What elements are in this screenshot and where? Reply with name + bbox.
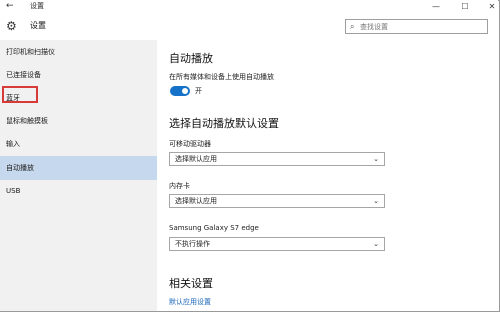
search-icon: ⌕ bbox=[350, 22, 355, 31]
sidebar-item-usb[interactable]: USB bbox=[0, 179, 157, 203]
autoplay-toggle-label: 在所有媒体和设备上使用自动播放 bbox=[169, 73, 274, 81]
removable-drive-dropdown[interactable]: 选择默认应用 ⌄ bbox=[169, 152, 385, 166]
removable-drive-label: 可移动驱动器 bbox=[169, 140, 211, 148]
autoplay-heading: 自动播放 bbox=[169, 52, 213, 65]
sidebar-item-printers[interactable]: 打印机和扫描仪 bbox=[0, 40, 157, 64]
page-title: 设置 bbox=[30, 21, 46, 30]
device-dropdown[interactable]: 不执行操作 ⌄ bbox=[169, 237, 385, 251]
autoplay-toggle[interactable] bbox=[170, 86, 190, 96]
defaults-heading: 选择自动播放默认设置 bbox=[169, 117, 279, 130]
bluetooth-highlight-box bbox=[2, 86, 38, 103]
title-bar: ← 设置 — ☐ ✕ bbox=[0, 0, 498, 13]
chevron-down-icon: ⌄ bbox=[373, 240, 379, 248]
device-label: Samsung Galaxy S7 edge bbox=[169, 224, 259, 232]
search-box[interactable]: ⌕ bbox=[345, 19, 488, 34]
window-title: 设置 bbox=[30, 2, 44, 10]
memory-card-label: 内存卡 bbox=[169, 182, 190, 190]
memory-card-dropdown[interactable]: 选择默认应用 ⌄ bbox=[169, 194, 385, 208]
sidebar-item-connected-devices[interactable]: 已连接设备 bbox=[0, 63, 157, 87]
sidebar: 打印机和扫描仪 已连接设备 蓝牙 鼠标和触摸板 输入 自动播放 USB bbox=[0, 40, 157, 311]
toggle-state-label: 开 bbox=[195, 87, 202, 95]
search-input[interactable] bbox=[360, 20, 480, 33]
gear-icon: ⚙ bbox=[6, 19, 17, 33]
default-apps-link[interactable]: 默认应用设置 bbox=[169, 297, 211, 307]
sidebar-item-mouse-touchpad[interactable]: 鼠标和触摸板 bbox=[0, 109, 157, 133]
dropdown-value: 选择默认应用 bbox=[175, 155, 217, 163]
chevron-down-icon: ⌄ bbox=[373, 155, 379, 163]
close-button[interactable]: ✕ bbox=[476, 0, 500, 13]
sidebar-item-typing[interactable]: 输入 bbox=[0, 132, 157, 156]
related-settings-heading: 相关设置 bbox=[169, 277, 213, 290]
dropdown-value: 不执行操作 bbox=[175, 240, 210, 248]
chevron-down-icon: ⌄ bbox=[373, 197, 379, 205]
toggle-knob bbox=[182, 88, 188, 94]
back-arrow-icon[interactable]: ← bbox=[6, 0, 14, 13]
minimize-button[interactable]: — bbox=[420, 0, 452, 13]
dropdown-value: 选择默认应用 bbox=[175, 197, 217, 205]
sidebar-item-autoplay[interactable]: 自动播放 bbox=[0, 156, 157, 180]
